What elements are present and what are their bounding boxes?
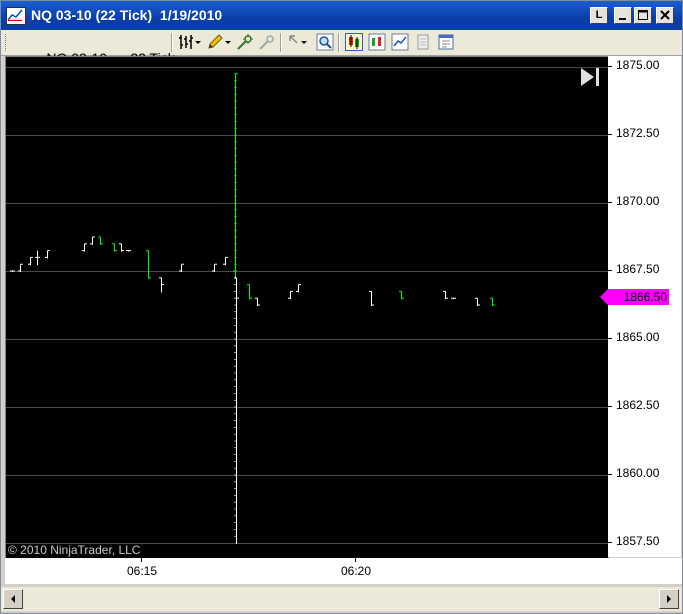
price-chart-canvas[interactable] — [6, 57, 608, 558]
price-axis-label: 1867.50 — [616, 262, 660, 276]
ohlc-bar — [179, 263, 184, 272]
close-button[interactable] — [656, 7, 674, 24]
price-axis-tick — [608, 66, 612, 67]
ohlc-bar — [223, 256, 228, 266]
price-axis-tick — [608, 270, 612, 271]
price-chart-panel[interactable]: © 2010 NinjaTrader, LLC — [5, 56, 609, 559]
ohlc-bar — [475, 297, 480, 306]
properties-icon[interactable] — [414, 33, 432, 51]
time-axis-label: 06:20 — [341, 564, 372, 578]
price-axis-tick — [608, 406, 612, 407]
time-axis[interactable]: 06:15 06:20 — [5, 558, 682, 584]
chart-window: NQ 03-10 (22 Tick) 1/19/2010 L NQ 03-10 … — [0, 0, 683, 614]
ohlc-bar — [45, 250, 50, 259]
indicators-icon[interactable] — [368, 33, 386, 51]
data-box-icon[interactable] — [437, 33, 455, 51]
price-axis-label: 1862.50 — [616, 398, 660, 412]
price-axis-tick — [608, 542, 612, 543]
ohlc-bar — [35, 250, 40, 266]
toolbar-separator — [338, 33, 340, 52]
time-axis-tick — [355, 558, 356, 562]
ohlc-bar — [159, 277, 164, 293]
price-axis[interactable]: 1866.50 1875.00 1872.50 1870.00 1867.50 1865… — [600, 56, 681, 557]
magnifier-icon[interactable] — [316, 33, 334, 51]
window-title: NQ 03-10 (22 Tick) 1/19/2010 — [31, 7, 223, 23]
ohlc-bar — [119, 243, 124, 252]
chart-toolbar: NQ 03-10 ▼ 22 Tick ▼ — [1, 30, 682, 81]
ohlc-bar — [296, 284, 301, 293]
time-axis-tick — [141, 558, 142, 562]
price-axis-label: 1865.00 — [616, 330, 660, 344]
skip-to-end-icon — [581, 68, 599, 86]
close-icon — [660, 10, 670, 20]
price-axis-tick — [608, 134, 612, 135]
ohlc-bar — [451, 297, 456, 300]
arrow-right-icon — [667, 595, 671, 603]
price-axis-label: 1872.50 — [616, 126, 660, 140]
ohlc-bar — [82, 243, 87, 252]
ohlc-bar — [399, 290, 404, 300]
maximize-icon — [638, 10, 648, 20]
price-axis-label: 1870.00 — [616, 194, 660, 208]
drawing-pencil-icon[interactable] — [206, 33, 231, 51]
arrow-left-icon — [11, 595, 15, 603]
ohlc-bar — [234, 277, 239, 544]
ohlc-bar — [98, 236, 103, 245]
ohlc-bar — [369, 290, 374, 306]
scrollbar-track[interactable] — [25, 590, 658, 608]
ohlc-bar — [255, 297, 260, 306]
ohlc-bar — [288, 290, 293, 300]
chart-style-icon[interactable] — [345, 33, 363, 51]
crosshair-icon[interactable] — [236, 33, 254, 51]
time-axis-label: 06:15 — [127, 564, 158, 578]
ohlc-bar — [18, 263, 23, 272]
maximize-button[interactable] — [634, 7, 652, 24]
zoom-icon[interactable] — [287, 33, 307, 51]
ohlc-bar — [112, 243, 117, 252]
ohlc-bar — [126, 250, 131, 252]
ohlc-bar — [212, 263, 217, 272]
ohlc-bar — [443, 290, 448, 300]
scroll-to-end-button[interactable] — [579, 66, 603, 88]
toolbar-separator — [280, 33, 282, 52]
price-axis-label: 1860.00 — [616, 466, 660, 480]
scroll-left-button[interactable] — [3, 589, 23, 609]
ohlc-bar — [233, 73, 238, 279]
price-axis-tick — [608, 202, 612, 203]
ohlc-bar — [90, 236, 95, 245]
current-price-marker: 1866.50 — [600, 289, 669, 305]
ohlc-bar — [28, 256, 33, 266]
toolbar-grip[interactable] — [5, 34, 9, 51]
copyright-text: © 2010 NinjaTrader, LLC — [8, 543, 141, 557]
toolbar-separator — [171, 33, 173, 52]
minimize-button[interactable] — [614, 7, 632, 24]
ohlc-bar — [490, 297, 495, 306]
horizontal-scrollbar[interactable] — [1, 587, 682, 611]
ohlc-bar — [247, 284, 252, 300]
link-button[interactable]: L — [590, 7, 608, 24]
global-crosshair-icon[interactable] — [258, 33, 276, 51]
price-axis-label: 1857.50 — [616, 534, 660, 548]
price-axis-tick — [608, 474, 612, 475]
strategies-icon[interactable] — [391, 33, 409, 51]
scroll-right-button[interactable] — [659, 589, 679, 609]
ohlc-bar — [146, 250, 151, 279]
bar-type-icon[interactable] — [178, 33, 201, 51]
price-axis-tick — [608, 338, 612, 339]
price-axis-label: 1875.00 — [616, 58, 660, 72]
title-bar[interactable]: NQ 03-10 (22 Tick) 1/19/2010 L — [1, 1, 682, 30]
chart-app-icon — [6, 7, 26, 25]
minimize-icon — [619, 18, 626, 20]
